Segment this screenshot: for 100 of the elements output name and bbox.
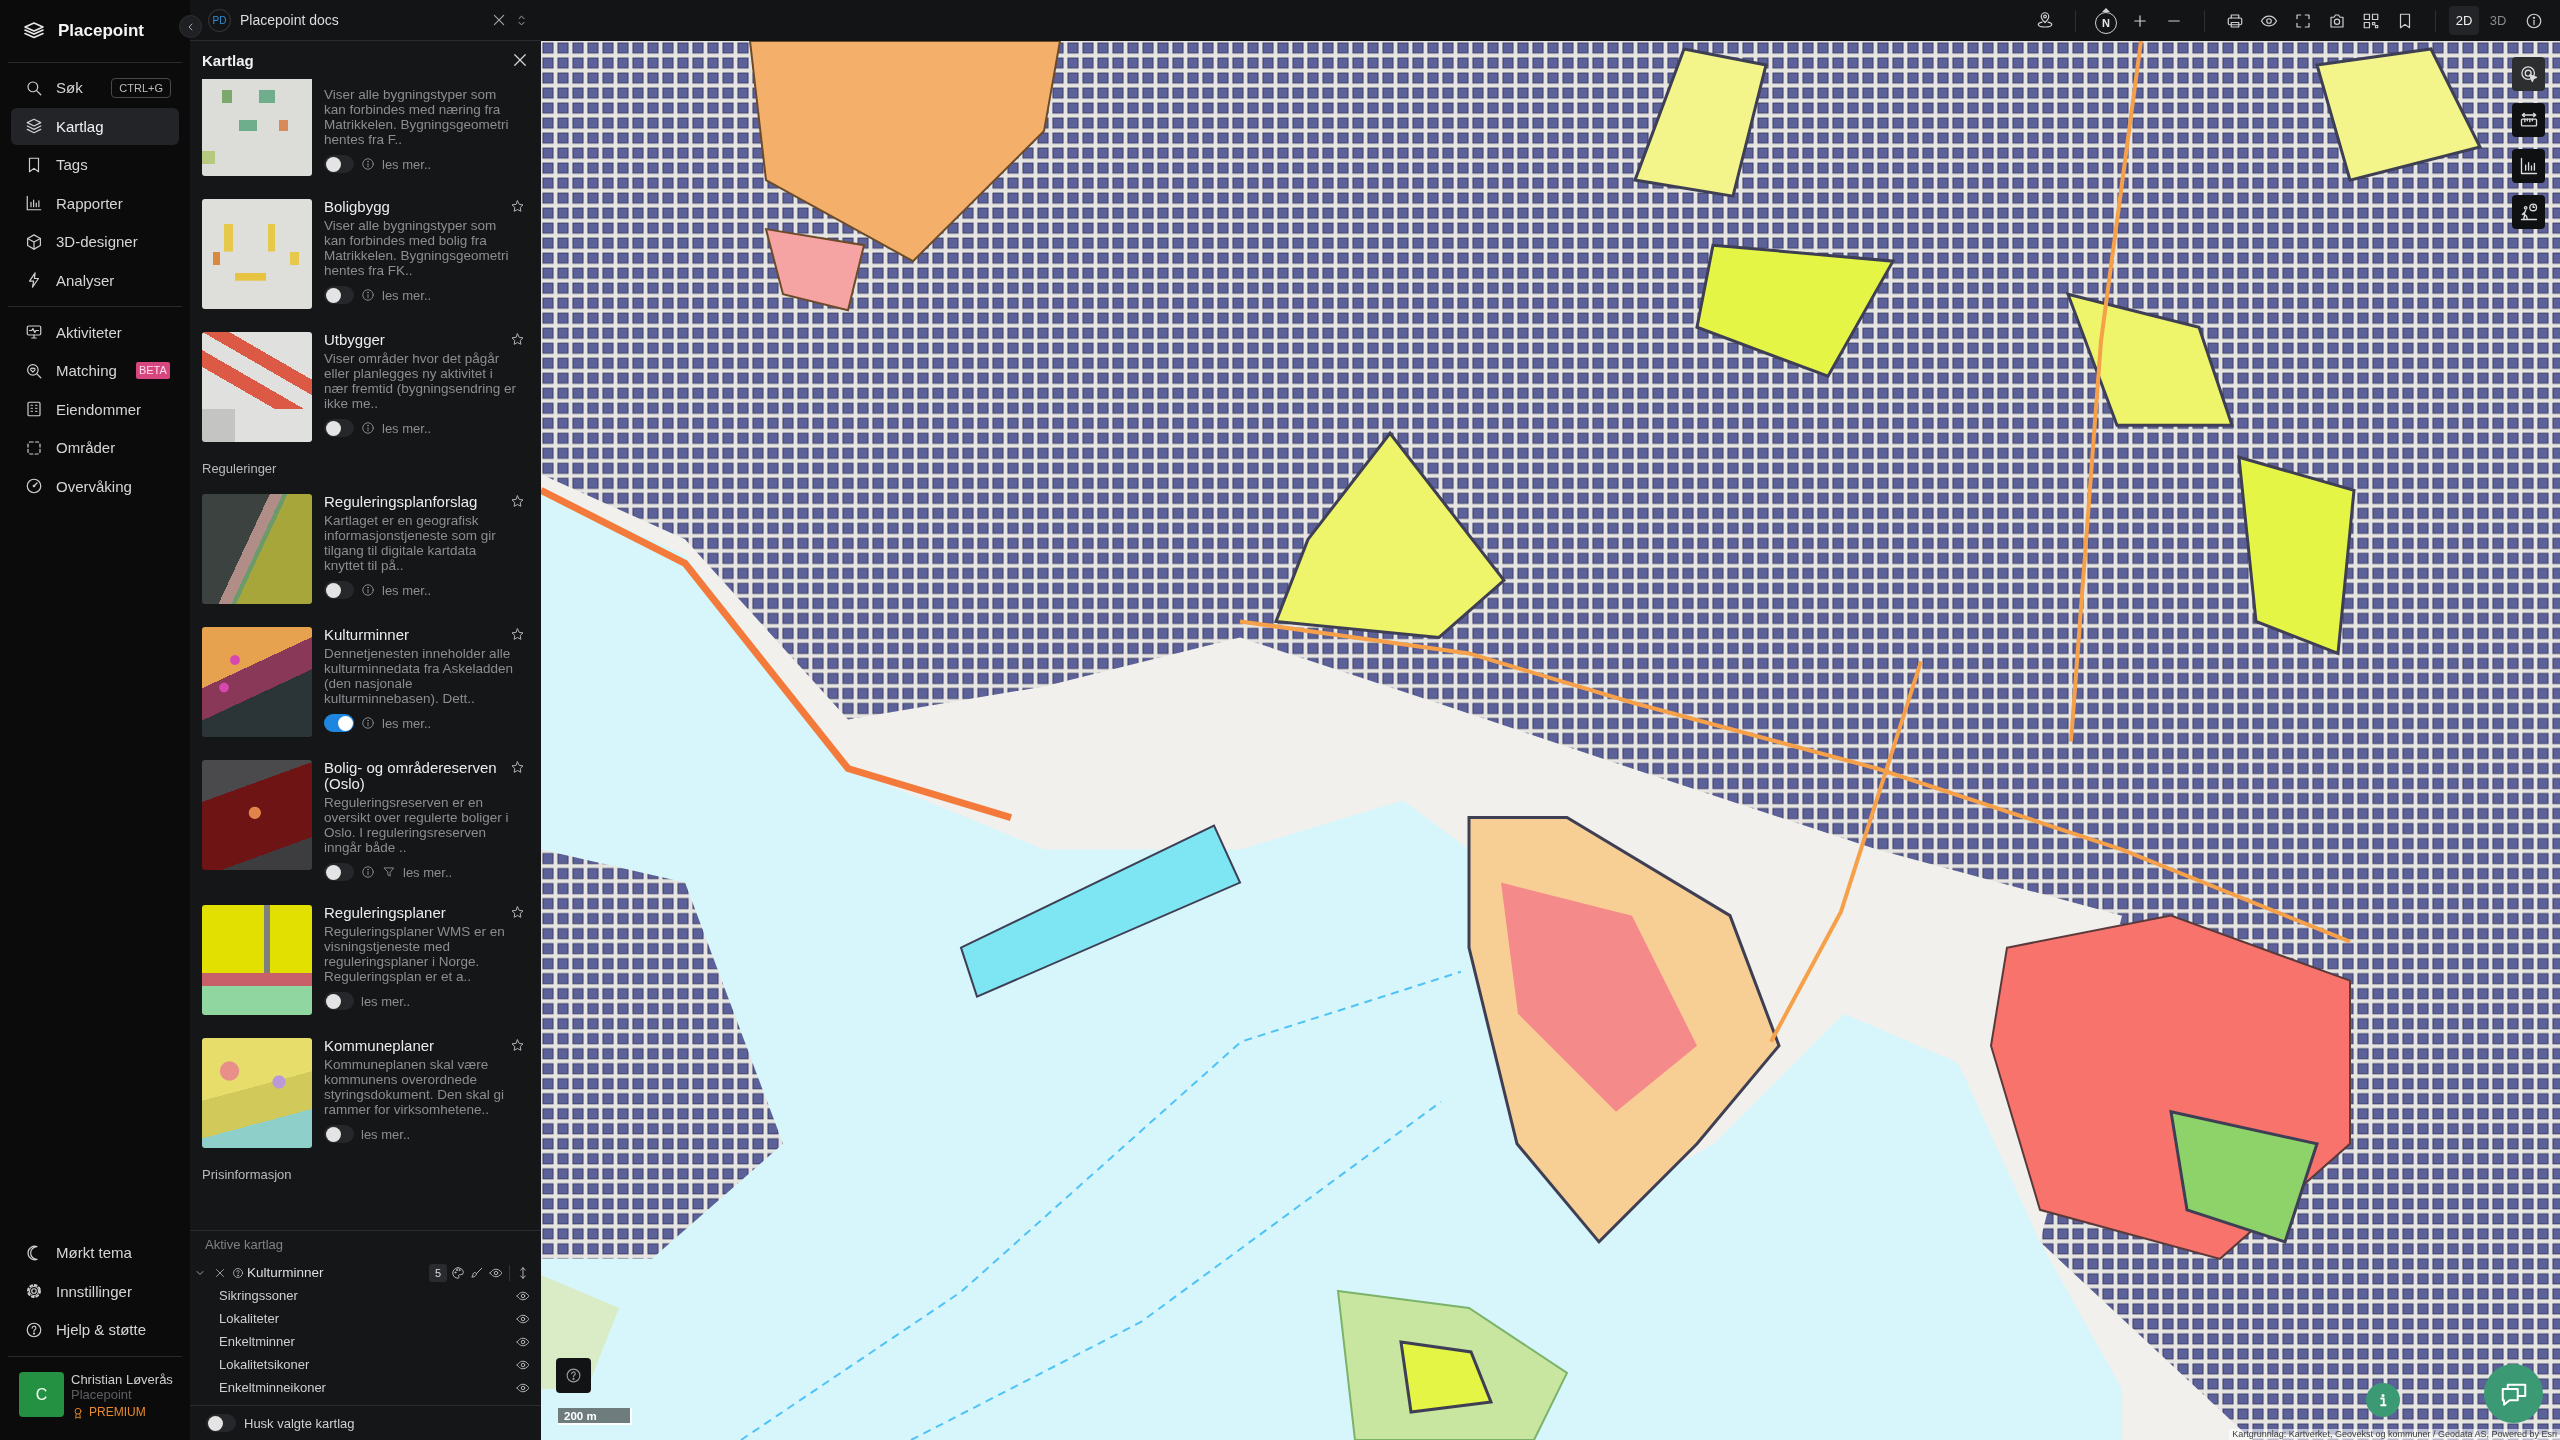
layer-title: Utbygger	[324, 332, 386, 348]
read-more-link[interactable]: les mer..	[361, 993, 411, 1009]
layer-description: Viser alle bygningstyper som kan forbindes med næring fra Matrikkelen. Bygningsgeometri hentes fra F..	[324, 87, 510, 147]
map-tool-button[interactable]	[2512, 57, 2545, 91]
read-more-link[interactable]: les mer..	[382, 420, 432, 436]
star-icon[interactable]	[510, 627, 525, 642]
walking-person-icon	[2518, 202, 2539, 222]
layer-title: Reguleringsplaner	[324, 905, 447, 921]
map-drawing[interactable]	[541, 41, 2560, 1440]
read-more-link[interactable]: les mer..	[361, 1126, 411, 1142]
tab-title[interactable]: Placepoint docs	[240, 12, 339, 28]
help-icon	[565, 1367, 582, 1384]
nav-item[interactable]: Søk CTRL+G	[11, 69, 179, 106]
toggle-switch[interactable]	[324, 992, 354, 1010]
star-icon[interactable]	[510, 905, 525, 920]
read-more-link[interactable]: les mer..	[403, 864, 453, 880]
info-icon[interactable]	[2525, 11, 2543, 30]
feature-tag: BETA	[135, 362, 170, 379]
nav-item[interactable]: Mørkt tema	[11, 1234, 179, 1271]
toggle-switch[interactable]	[324, 155, 354, 173]
star-icon[interactable]	[510, 760, 525, 775]
user-avatar[interactable]: C	[19, 1372, 64, 1417]
section-heading: Reguleringer	[202, 461, 278, 477]
dashed-square-icon	[25, 438, 43, 457]
read-more-link[interactable]: les mer..	[382, 582, 432, 598]
nav-item[interactable]: Matching BETA	[11, 352, 179, 389]
ruler-icon	[2518, 110, 2539, 130]
plan-label: PREMIUM	[89, 1405, 146, 1420]
question-icon[interactable]	[232, 1266, 244, 1279]
map-tool-button[interactable]	[2512, 103, 2545, 137]
nav-item[interactable]: Rapporter	[11, 184, 179, 222]
layer-description: Viser alle bygningstyper som kan forbindes med bolig fra Matrikkelen. Bygningsgeometri hentes fra FK..	[324, 218, 510, 278]
sublayer-name: Sikringssoner	[219, 1288, 298, 1303]
map-attribution: Kartgrunnlag: Kartverket, Geovekst og kommuner / Geodata AS, Powered by Esri	[2229, 1429, 2560, 1440]
user-name: Christian Løverås	[71, 1372, 173, 1387]
section-heading: Prisinformasjon	[202, 1167, 293, 1183]
view-mode-tab[interactable]: 3D	[2483, 6, 2513, 35]
close-icon[interactable]	[491, 12, 507, 28]
layer-title: Bolig- og områdereserven (Oslo)	[324, 760, 498, 792]
printer-icon[interactable]	[2226, 11, 2244, 30]
layer-description: Kartlaget er en geografisk informasjonstjeneste som gir tilgang til digitale kartdata knyttet til på..	[324, 513, 497, 573]
toggle-switch[interactable]	[206, 1414, 236, 1432]
help-button[interactable]	[556, 1358, 591, 1393]
nav-item[interactable]: 3D-designer	[11, 223, 179, 260]
read-more-link[interactable]: les mer..	[382, 156, 432, 172]
close-icon[interactable]	[214, 1266, 226, 1279]
building-icon	[25, 400, 43, 418]
medal-icon	[71, 1405, 85, 1420]
fullscreen-icon[interactable]	[2294, 11, 2312, 30]
layer-description: Reguleringsplaner WMS er en visningstjeneste med reguleringsplaner i Norge. Reguleringsplan er et a..	[324, 924, 506, 984]
palette-icon[interactable]	[451, 1265, 465, 1280]
north-arrow-icon	[2102, 7, 2110, 12]
sublayer-name: Enkeltminner	[219, 1334, 295, 1349]
read-more-link[interactable]: les mer..	[382, 715, 432, 731]
camera-icon[interactable]	[2328, 11, 2346, 30]
read-more-link[interactable]: les mer..	[382, 287, 432, 303]
nav-item[interactable]: Aktiviteter	[11, 313, 179, 351]
layer-name: Kulturminner	[247, 1265, 325, 1280]
sublayer-name: Enkeltminneikoner	[219, 1380, 326, 1395]
nav-item[interactable]: Analyser	[11, 261, 179, 299]
layer-description: Dennetjenesten inneholder alle kulturminnedata fra Askeladden (den nasjonale kulturminnebasen). Dett..	[324, 646, 515, 706]
nav-item[interactable]: Tags	[11, 146, 179, 183]
nav-item[interactable]: Eiendommer	[11, 390, 179, 428]
qr-code-icon[interactable]	[2362, 11, 2380, 30]
brush-icon[interactable]	[470, 1265, 484, 1280]
nav-item[interactable]: Kartlag	[11, 107, 179, 145]
settings-icon	[25, 1282, 43, 1300]
bar-chart-icon	[2518, 156, 2539, 176]
nav-item[interactable]: Områder	[11, 429, 179, 466]
toggle-switch[interactable]	[324, 286, 354, 304]
star-icon[interactable]	[510, 199, 525, 214]
panel-title: Kartlag	[202, 51, 254, 69]
monitor-icon	[25, 323, 43, 341]
view-mode-tab[interactable]: 2D	[2449, 6, 2479, 35]
layer-title: Kulturminner	[324, 627, 411, 643]
location-pin-icon[interactable]	[2036, 11, 2054, 30]
layer-title: Reguleringsplanforslag	[324, 494, 479, 510]
close-icon[interactable]	[511, 51, 529, 69]
toggle-label: Husk valgte kartlag	[244, 1415, 355, 1431]
layer-description: Kommuneplanen skal være kommunens overordnede styringsdokument. Den skal gi rammer for virksomhetene..	[324, 1057, 506, 1117]
star-icon[interactable]	[510, 1038, 525, 1053]
section-heading: Aktive kartlag	[204, 1237, 285, 1253]
nav-item[interactable]: Innstillinger	[11, 1272, 179, 1310]
magnifier-heart-icon	[25, 361, 43, 380]
keyboard-shortcut: CTRL+G	[111, 77, 171, 98]
toggle-switch[interactable]	[324, 419, 354, 437]
star-icon[interactable]	[510, 494, 525, 509]
toggle-switch[interactable]	[324, 863, 354, 881]
map-tool-button[interactable]	[2512, 195, 2545, 229]
toggle-switch[interactable]	[324, 581, 354, 599]
nav-item[interactable]: Hjelp & støtte	[11, 1311, 179, 1348]
layer-description: Viser områder hvor det pågår eller planlegges ny aktivitet i nær fremtid (bygningsendring er ikke me..	[324, 351, 518, 411]
nav-item[interactable]: Overvåking	[11, 467, 179, 505]
toggle-switch[interactable]	[324, 1125, 354, 1143]
toggle-switch[interactable]	[324, 714, 354, 732]
help-icon	[25, 1320, 43, 1339]
star-icon[interactable]	[510, 332, 525, 347]
map-tool-button[interactable]	[2512, 149, 2545, 183]
filter-icon[interactable]	[382, 865, 396, 879]
gauge-icon	[25, 477, 43, 495]
